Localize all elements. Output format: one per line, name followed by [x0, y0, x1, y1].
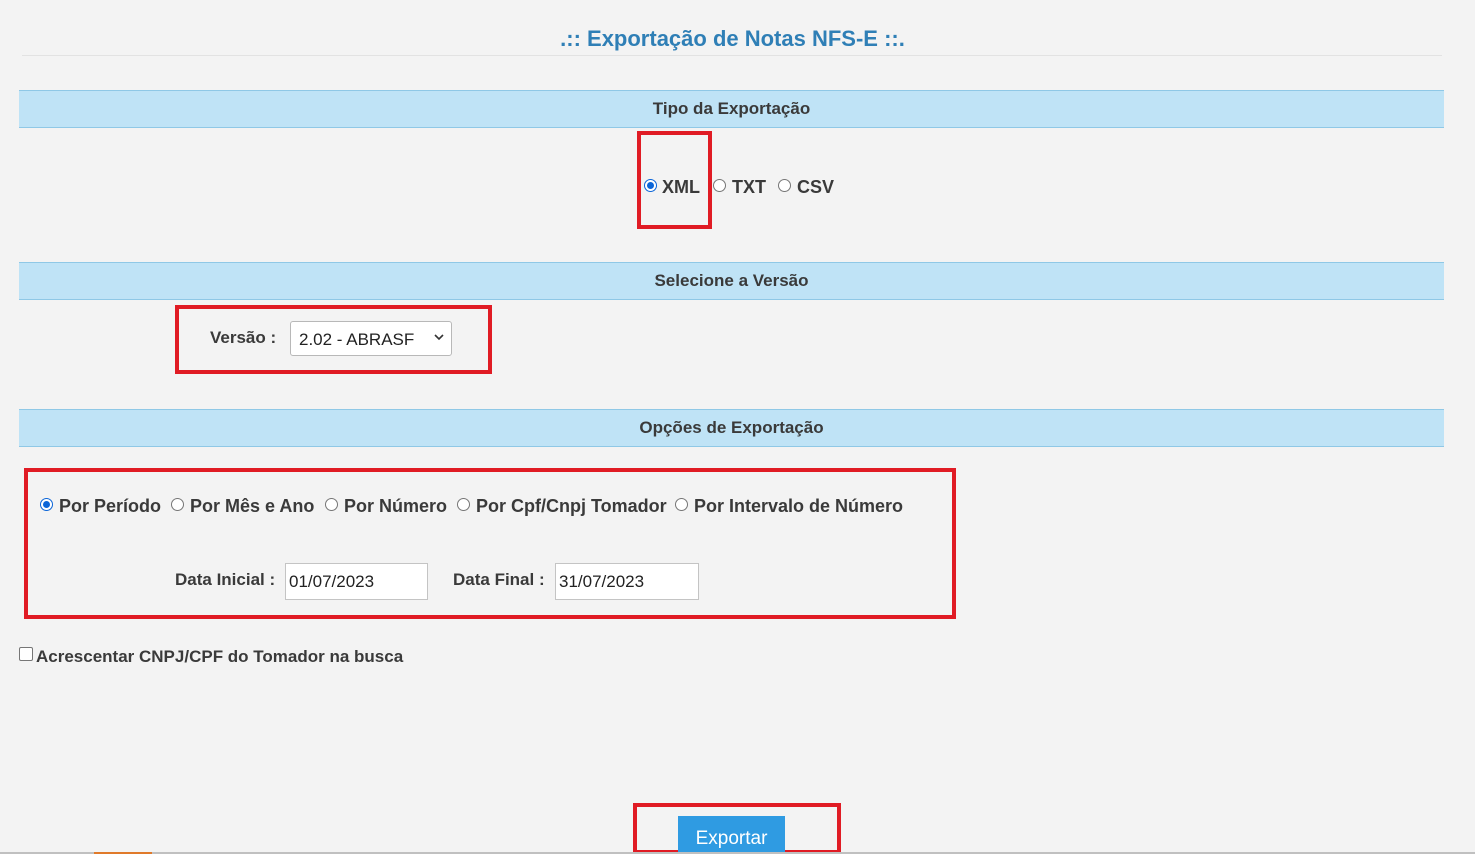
export-button[interactable]: Exportar: [678, 816, 785, 854]
radio-por-intervalo-de-numero[interactable]: [675, 498, 688, 511]
page-title: .:: Exportação de Notas NFS-E ::.: [560, 26, 905, 51]
radio-por-periodo[interactable]: [40, 498, 53, 511]
radio-csv-label[interactable]: CSV: [797, 177, 834, 198]
version-select-value: 2.02 - ABRASF: [299, 330, 415, 349]
add-cnpj-label[interactable]: Acrescentar CNPJ/CPF do Tomador na busca: [36, 647, 403, 667]
section-header-selecione-versao: Selecione a Versão: [19, 262, 1444, 300]
radio-txt-label[interactable]: TXT: [732, 177, 766, 198]
radio-por-intervalo-de-numero-label[interactable]: Por Intervalo de Número: [694, 496, 903, 517]
radio-txt[interactable]: [713, 179, 726, 192]
add-cnpj-checkbox[interactable]: [19, 647, 33, 661]
start-date-label: Data Inicial :: [175, 570, 276, 589]
radio-por-periodo-label[interactable]: Por Período: [59, 496, 161, 517]
radio-csv[interactable]: [778, 179, 791, 192]
version-label: Versão :: [210, 328, 277, 347]
radio-por-numero-label[interactable]: Por Número: [344, 496, 447, 517]
highlight-box-export-options: [24, 468, 956, 619]
radio-xml[interactable]: [644, 179, 657, 192]
section-header-opcoes-exportacao: Opções de Exportação: [19, 409, 1444, 447]
end-date-input[interactable]: [555, 563, 699, 600]
radio-por-cpf-cnpj-tomador[interactable]: [457, 498, 470, 511]
title-divider: [22, 55, 1442, 56]
radio-por-mes-e-ano[interactable]: [171, 498, 184, 511]
version-select[interactable]: 2.02 - ABRASF: [290, 321, 452, 356]
radio-por-mes-e-ano-label[interactable]: Por Mês e Ano: [190, 496, 314, 517]
radio-xml-label[interactable]: XML: [662, 177, 700, 198]
chevron-down-icon: [434, 334, 444, 341]
section-header-tipo-exportacao: Tipo da Exportação: [19, 90, 1444, 128]
start-date-input[interactable]: [285, 563, 428, 600]
radio-por-cpf-cnpj-tomador-label[interactable]: Por Cpf/Cnpj Tomador: [476, 496, 667, 517]
end-date-label: Data Final :: [453, 570, 545, 589]
radio-por-numero[interactable]: [325, 498, 338, 511]
